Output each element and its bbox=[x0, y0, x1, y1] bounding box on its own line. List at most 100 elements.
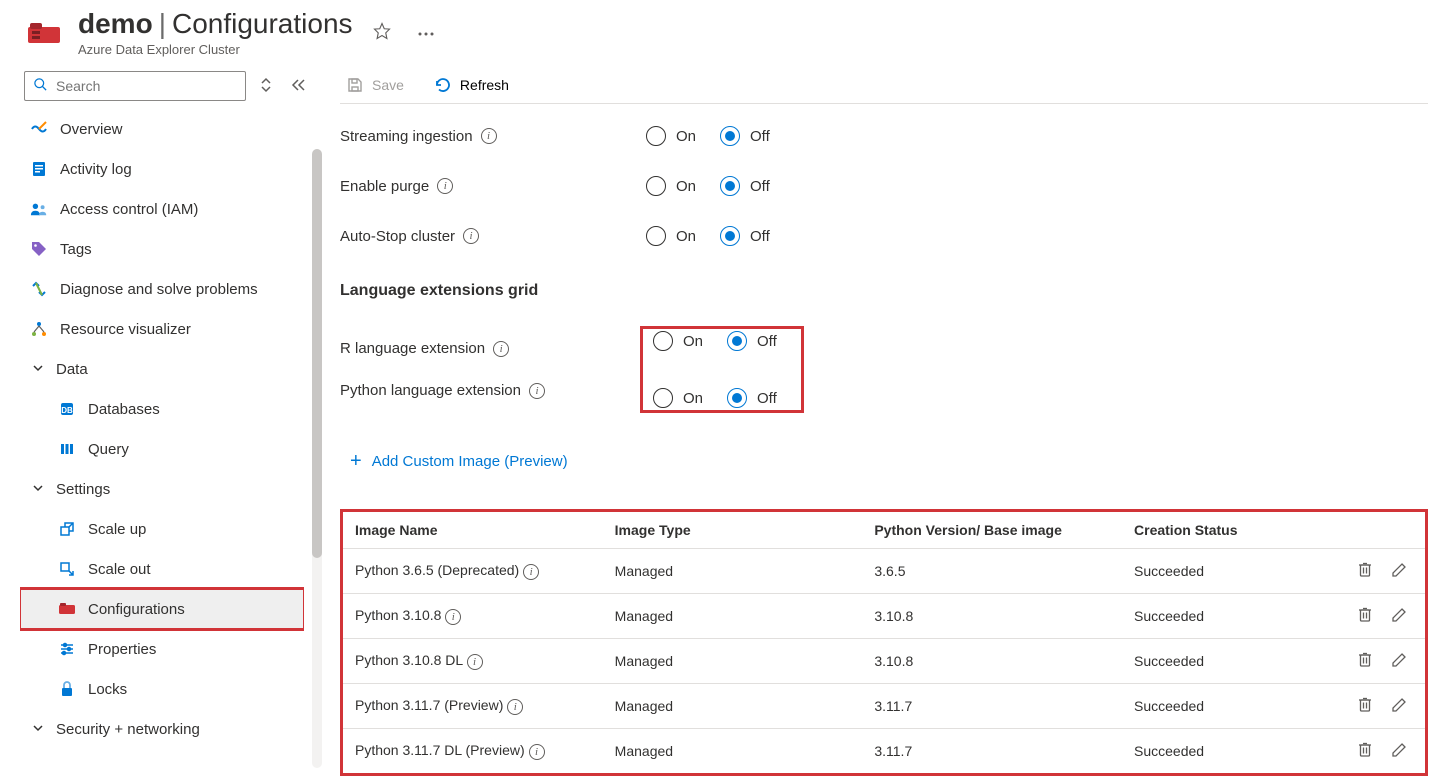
sidebar-label: Query bbox=[88, 441, 129, 458]
search-input[interactable] bbox=[24, 71, 246, 101]
col-image-type: Image Type bbox=[603, 512, 863, 549]
sidebar-item-databases[interactable]: DB Databases bbox=[20, 389, 304, 429]
tags-icon bbox=[30, 240, 48, 258]
sidebar-item-resource-visualizer[interactable]: Resource visualizer bbox=[20, 309, 304, 349]
sidebar-item-overview[interactable]: Overview bbox=[20, 109, 304, 149]
sidebar-item-scale-up[interactable]: Scale up bbox=[20, 509, 304, 549]
radio-on[interactable]: On bbox=[653, 388, 703, 408]
col-creation-status: Creation Status bbox=[1122, 512, 1335, 549]
radio-on[interactable]: On bbox=[653, 331, 703, 351]
plus-icon: + bbox=[350, 451, 362, 471]
cell-image-name: Python 3.11.7 DL (Preview) bbox=[355, 742, 525, 758]
radio-off[interactable]: Off bbox=[727, 388, 777, 408]
sidebar-item-scale-out[interactable]: Scale out bbox=[20, 549, 304, 589]
table-row: Python 3.10.8 iManaged3.10.8Succeeded bbox=[343, 594, 1425, 639]
edit-button[interactable] bbox=[1389, 694, 1409, 718]
sidebar-item-locks[interactable]: Locks bbox=[20, 669, 304, 709]
sidebar-scrollbar[interactable] bbox=[312, 149, 322, 768]
radio-off[interactable]: Off bbox=[720, 126, 770, 146]
page-title: demo | Configurations bbox=[78, 8, 353, 40]
edit-button[interactable] bbox=[1389, 649, 1409, 673]
edit-button[interactable] bbox=[1389, 739, 1409, 763]
info-icon[interactable]: i bbox=[445, 609, 461, 625]
info-icon[interactable]: i bbox=[467, 654, 483, 670]
radio-on[interactable]: On bbox=[646, 176, 696, 196]
cell-image-type: Managed bbox=[603, 729, 863, 774]
sidebar-group-security-networking[interactable]: Security + networking bbox=[20, 709, 304, 749]
cell-image-name: Python 3.6.5 (Deprecated) bbox=[355, 562, 519, 578]
sidebar-label: Overview bbox=[60, 121, 123, 138]
properties-icon bbox=[58, 640, 76, 658]
overview-icon bbox=[30, 120, 48, 138]
sidebar-item-properties[interactable]: Properties bbox=[20, 629, 304, 669]
refresh-button[interactable]: Refresh bbox=[428, 72, 515, 98]
delete-button[interactable] bbox=[1355, 559, 1375, 583]
radio-off[interactable]: Off bbox=[727, 331, 777, 351]
configurations-icon bbox=[58, 600, 76, 618]
sidebar-label: Data bbox=[56, 361, 88, 378]
add-custom-image-button[interactable]: + Add Custom Image (Preview) bbox=[340, 445, 1428, 477]
info-icon[interactable]: i bbox=[507, 699, 523, 715]
delete-button[interactable] bbox=[1355, 694, 1375, 718]
sidebar-item-query[interactable]: Query bbox=[20, 429, 304, 469]
activity-log-icon bbox=[30, 160, 48, 178]
sidebar-item-tags[interactable]: Tags bbox=[20, 229, 304, 269]
setting-r-language-extension: R language extensioni On Off bbox=[340, 326, 1428, 371]
sidebar-item-access-control[interactable]: Access control (IAM) bbox=[20, 189, 304, 229]
info-icon[interactable]: i bbox=[463, 228, 479, 244]
setting-enable-purge: Enable purgei On Off bbox=[340, 174, 1428, 198]
info-icon[interactable]: i bbox=[529, 744, 545, 760]
delete-button[interactable] bbox=[1355, 649, 1375, 673]
databases-icon: DB bbox=[58, 400, 76, 418]
chevron-down-icon bbox=[30, 361, 46, 378]
cell-python-version: 3.10.8 bbox=[862, 594, 1122, 639]
edit-button[interactable] bbox=[1389, 559, 1409, 583]
info-icon[interactable]: i bbox=[523, 564, 539, 580]
cell-creation-status: Succeeded bbox=[1122, 549, 1335, 594]
cell-image-name: Python 3.10.8 DL bbox=[355, 652, 463, 668]
cell-python-version: 3.10.8 bbox=[862, 639, 1122, 684]
sidebar-item-activity-log[interactable]: Activity log bbox=[20, 149, 304, 189]
chevron-down-icon bbox=[30, 481, 46, 498]
radio-on[interactable]: On bbox=[646, 126, 696, 146]
info-icon[interactable]: i bbox=[481, 128, 497, 144]
sidebar-label: Security + networking bbox=[56, 721, 200, 738]
collapse-sidebar-button[interactable] bbox=[286, 74, 310, 99]
sidebar-group-data[interactable]: Data bbox=[20, 349, 304, 389]
cell-python-version: 3.6.5 bbox=[862, 549, 1122, 594]
page-subtitle: Azure Data Explorer Cluster bbox=[78, 42, 353, 57]
radio-off[interactable]: Off bbox=[720, 176, 770, 196]
info-icon[interactable]: i bbox=[493, 341, 509, 357]
scale-out-icon bbox=[58, 560, 76, 578]
diagnose-icon bbox=[30, 280, 48, 298]
sidebar-group-settings[interactable]: Settings bbox=[20, 469, 304, 509]
svg-text:DB: DB bbox=[61, 406, 73, 415]
radio-on[interactable]: On bbox=[646, 226, 696, 246]
sidebar-item-diagnose[interactable]: Diagnose and solve problems bbox=[20, 269, 304, 309]
cell-image-type: Managed bbox=[603, 684, 863, 729]
sidebar-label: Configurations bbox=[88, 601, 185, 618]
sidebar-label: Tags bbox=[60, 241, 92, 258]
col-image-name: Image Name bbox=[343, 512, 603, 549]
more-button[interactable] bbox=[411, 19, 441, 46]
cluster-icon bbox=[24, 17, 64, 49]
chevron-down-icon bbox=[30, 721, 46, 738]
sidebar-label: Databases bbox=[88, 401, 160, 418]
cell-creation-status: Succeeded bbox=[1122, 594, 1335, 639]
radio-off[interactable]: Off bbox=[720, 226, 770, 246]
info-icon[interactable]: i bbox=[437, 178, 453, 194]
resource-visualizer-icon bbox=[30, 320, 48, 338]
cell-creation-status: Succeeded bbox=[1122, 684, 1335, 729]
table-row: Python 3.6.5 (Deprecated) iManaged3.6.5S… bbox=[343, 549, 1425, 594]
favorite-button[interactable] bbox=[367, 16, 397, 49]
sidebar-label: Scale out bbox=[88, 561, 151, 578]
sidebar-nav: Overview Activity log Access control (IA… bbox=[20, 109, 304, 749]
sidebar-label: Activity log bbox=[60, 161, 132, 178]
delete-button[interactable] bbox=[1355, 604, 1375, 628]
info-icon[interactable]: i bbox=[529, 383, 545, 399]
sidebar-item-configurations[interactable]: Configurations bbox=[20, 589, 304, 629]
delete-button[interactable] bbox=[1355, 739, 1375, 763]
save-button: Save bbox=[340, 72, 410, 98]
sort-button[interactable] bbox=[256, 73, 276, 100]
edit-button[interactable] bbox=[1389, 604, 1409, 628]
